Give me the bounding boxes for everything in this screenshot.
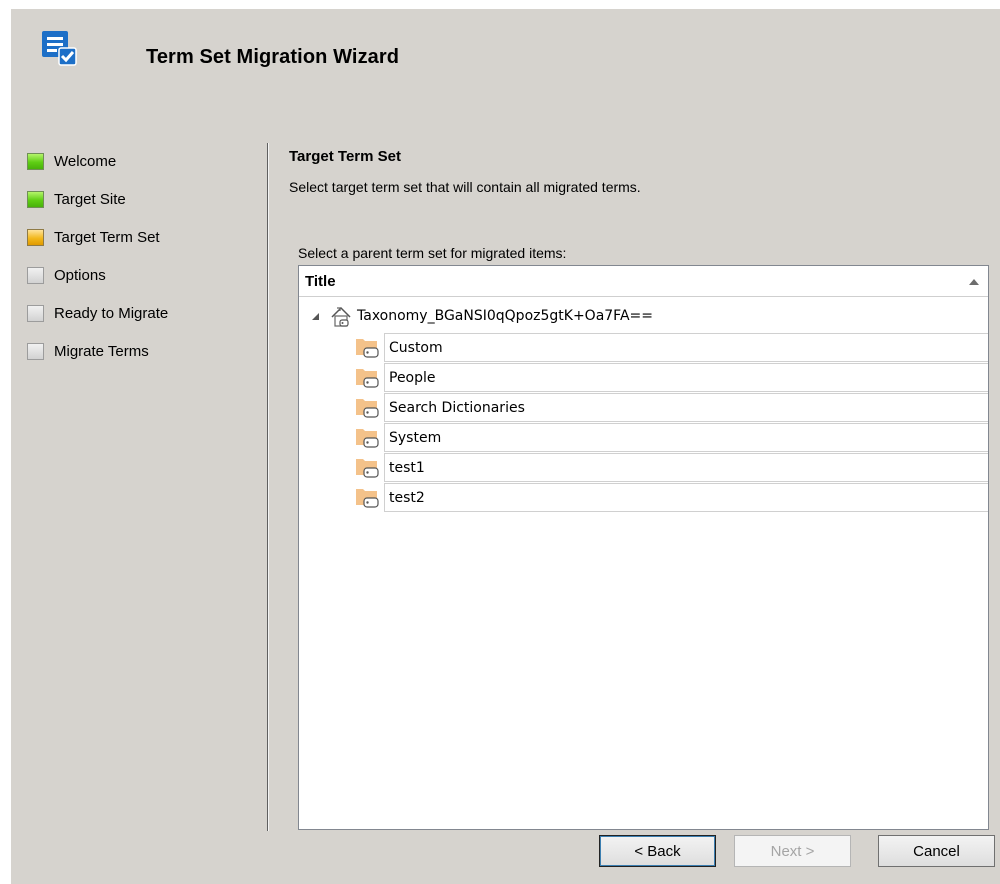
term-group-icon bbox=[356, 459, 379, 478]
tree-label: Select a parent term set for migrated it… bbox=[298, 245, 567, 261]
back-button[interactable]: < Back bbox=[599, 835, 716, 867]
step-welcome: Welcome bbox=[27, 149, 247, 173]
wizard-title: Term Set Migration Wizard bbox=[146, 46, 400, 68]
tree-row-label: System bbox=[384, 423, 988, 452]
step-status-pending-icon bbox=[27, 304, 44, 322]
next-button[interactable]: Next > bbox=[734, 835, 851, 867]
tree-row-search-dictionaries[interactable]: Search Dictionaries bbox=[355, 392, 988, 422]
step-ready-to-migrate: Ready to Migrate bbox=[27, 301, 247, 325]
sort-ascending-icon bbox=[969, 279, 979, 285]
step-status-done-icon bbox=[27, 152, 44, 170]
tree-row-label: Custom bbox=[384, 333, 988, 362]
expand-collapse-icon[interactable] bbox=[312, 313, 319, 320]
cancel-button[interactable]: Cancel bbox=[878, 835, 995, 867]
term-group-icon bbox=[356, 339, 379, 358]
wizard-window: Term Set Migration Wizard Welcome Target… bbox=[11, 9, 1000, 884]
tree-row-label: Taxonomy_BGaNSI0qQpoz5gtK+Oa7FA== bbox=[357, 308, 653, 324]
tree-row-root[interactable]: Taxonomy_BGaNSI0qQpoz5gtK+Oa7FA== bbox=[299, 302, 988, 332]
term-group-icon bbox=[356, 399, 379, 418]
tree-row-label: test1 bbox=[384, 453, 988, 482]
step-status-pending-icon bbox=[27, 342, 44, 360]
tree-row-label: Search Dictionaries bbox=[384, 393, 988, 422]
page-description: Select target term set that will contain… bbox=[289, 179, 641, 195]
step-migrate-terms: Migrate Terms bbox=[27, 339, 247, 363]
step-label: Migrate Terms bbox=[54, 342, 149, 360]
tree-row-people[interactable]: People bbox=[355, 362, 988, 392]
step-label: Options bbox=[54, 266, 106, 284]
tree-row-system[interactable]: System bbox=[355, 422, 988, 452]
term-set-tree[interactable]: Title Taxonomy_BGaNSI0qQpoz5gtK+Oa7FA== … bbox=[298, 265, 989, 830]
step-label: Target Term Set bbox=[54, 228, 160, 246]
wizard-list-check-icon bbox=[42, 31, 77, 66]
tree-row-test2[interactable]: test2 bbox=[355, 482, 988, 512]
term-group-icon bbox=[356, 429, 379, 448]
tree-row-custom[interactable]: Custom bbox=[355, 332, 988, 362]
tree-row-label: People bbox=[384, 363, 988, 392]
step-label: Target Site bbox=[54, 190, 126, 208]
vertical-divider bbox=[267, 143, 268, 831]
page-title: Target Term Set bbox=[289, 148, 401, 165]
tree-row-test1[interactable]: test1 bbox=[355, 452, 988, 482]
column-header-title[interactable]: Title bbox=[299, 266, 988, 297]
step-label: Ready to Migrate bbox=[54, 304, 169, 322]
step-target-site: Target Site bbox=[27, 187, 247, 211]
column-header-label: Title bbox=[305, 272, 336, 290]
step-label: Welcome bbox=[54, 152, 117, 170]
term-group-icon bbox=[356, 489, 379, 508]
term-store-icon bbox=[331, 306, 351, 327]
step-target-term-set: Target Term Set bbox=[27, 225, 247, 249]
tree-row-label: test2 bbox=[384, 483, 988, 512]
step-options: Options bbox=[27, 263, 247, 287]
step-status-done-icon bbox=[27, 190, 44, 208]
step-status-pending-icon bbox=[27, 266, 44, 284]
term-group-icon bbox=[356, 369, 379, 388]
step-status-current-icon bbox=[27, 228, 44, 246]
